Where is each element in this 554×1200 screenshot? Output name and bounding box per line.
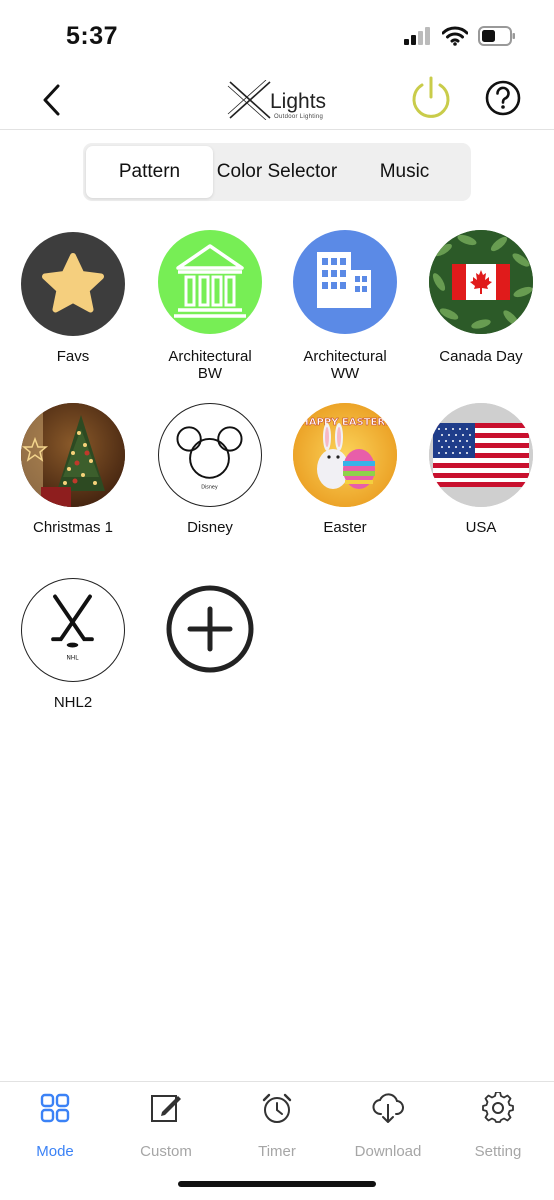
alarm-clock-icon: [262, 1093, 292, 1123]
pattern-label: Disney: [187, 519, 233, 536]
segment-music[interactable]: Music: [341, 146, 468, 198]
pattern-label: Architectural BW: [168, 348, 252, 382]
pattern-label: Canada Day: [439, 348, 523, 365]
easter-badge-text: HAPPY EASTER!: [300, 417, 389, 428]
building-ww-icon: [293, 230, 397, 334]
logo-subtext: Outdoor Lighting: [274, 114, 324, 120]
segment-pattern[interactable]: Pattern: [86, 146, 213, 198]
tab-label: Timer: [258, 1143, 296, 1160]
pattern-label: Architectural WW: [303, 348, 387, 382]
gear-icon: [482, 1092, 514, 1123]
tab-download[interactable]: Download: [333, 1092, 443, 1162]
tab-mode[interactable]: Mode: [0, 1092, 110, 1162]
plus-icon: [165, 584, 255, 674]
nhl-sublabel: NHL: [67, 656, 80, 662]
pattern-label: Easter: [323, 519, 367, 536]
xlights-logo: Lights Outdoor Lighting: [226, 76, 330, 124]
power-icon: [412, 76, 450, 118]
power-button[interactable]: [408, 75, 454, 121]
easter-bunny-icon: HAPPY EASTER!: [293, 403, 397, 507]
chevron-left-icon: [43, 84, 60, 116]
help-button[interactable]: [484, 79, 522, 117]
edit-icon: [151, 1095, 181, 1122]
status-bar: 5:37: [0, 0, 554, 70]
wifi-icon: [442, 26, 468, 46]
tab-custom[interactable]: Custom: [111, 1092, 221, 1162]
signal-icon: [404, 27, 430, 45]
pattern-label: Favs: [56, 348, 90, 365]
tab-label: Download: [354, 1143, 422, 1160]
help-icon: [485, 80, 521, 116]
star-icon: [21, 232, 125, 336]
building-bw-icon: [158, 230, 262, 334]
grid-icon: [40, 1093, 70, 1123]
tab-label: Custom: [140, 1143, 192, 1160]
hockey-sticks-icon: NHL: [21, 578, 125, 682]
status-icons: [404, 26, 516, 46]
mode-segmented-control: Pattern Color Selector Music: [83, 143, 471, 201]
status-time: 5:37: [66, 22, 119, 50]
nav-bar: Lights Outdoor Lighting: [0, 70, 554, 130]
tab-label: Setting: [474, 1143, 522, 1160]
usa-flag-icon: [429, 403, 533, 507]
pattern-label: USA: [465, 519, 497, 536]
pattern-label: Christmas 1: [32, 519, 114, 536]
pattern-label: NHL2: [53, 694, 93, 711]
cloud-download-icon: [372, 1093, 404, 1123]
tab-label: Mode: [36, 1143, 74, 1160]
tab-timer[interactable]: Timer: [222, 1092, 332, 1162]
disney-mouse-icon: Disney: [158, 403, 262, 507]
disney-sublabel: Disney: [201, 484, 218, 490]
logo-text: Lights: [270, 90, 327, 113]
x-logo-mark: [227, 80, 271, 120]
back-button[interactable]: [34, 80, 70, 120]
canada-flag-icon: [429, 230, 533, 334]
home-indicator[interactable]: [178, 1181, 376, 1187]
christmas-tree-icon: [21, 403, 125, 507]
tab-setting[interactable]: Setting: [443, 1092, 553, 1162]
battery-icon: [478, 26, 515, 46]
segment-color-selector[interactable]: Color Selector: [213, 146, 341, 198]
